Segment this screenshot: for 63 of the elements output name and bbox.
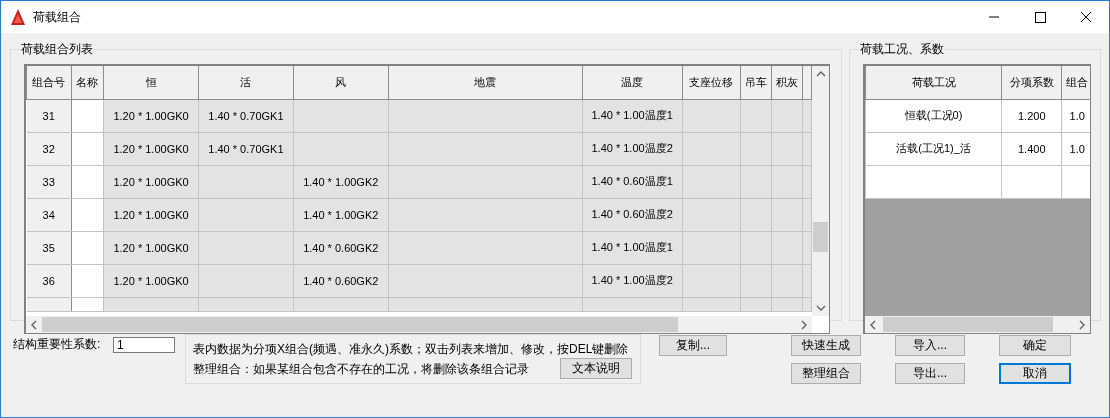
column-header[interactable]: 积灰	[771, 66, 803, 99]
horizontal-scrollbar[interactable]	[26, 316, 812, 333]
action-button[interactable]: 导入...	[895, 335, 965, 356]
table-cell: 1.40 * 0.70GK1	[198, 132, 294, 165]
column-header[interactable]: 活	[198, 66, 294, 99]
table-cell: 32	[26, 132, 72, 165]
table-cell: 35	[26, 231, 72, 264]
table-cell: 1.20 * 1.00GK0	[103, 198, 199, 231]
table-cell: 活载(工况1)_活	[865, 132, 1002, 165]
table-cell: 1.40 * 1.00温度1	[582, 231, 683, 264]
action-button[interactable]: 快速生成	[791, 335, 861, 356]
column-header[interactable]: 分项系数	[1001, 66, 1062, 99]
table-cell: 1.20 * 1.00GK0	[103, 264, 199, 297]
table-cell: 1.40 * 0.70GK1	[198, 99, 294, 132]
table-cell: 1.40 * 1.00GK2	[293, 165, 389, 198]
column-header[interactable]: 荷载工况	[865, 66, 1002, 99]
column-header[interactable]: 地震	[388, 66, 583, 99]
column-header[interactable]: 温度	[582, 66, 683, 99]
horizontal-scrollbar[interactable]	[865, 316, 1090, 333]
table-cell: 1.20 * 1.00GK0	[103, 165, 199, 198]
table-cell: 1.400	[1001, 132, 1062, 165]
table-cell: 1.20 * 1.00GK0	[103, 99, 199, 132]
field-label: 结构重要性系数:	[13, 336, 102, 353]
table-cell: 1.40 * 0.60温度2	[582, 198, 683, 231]
action-button[interactable]: 复制...	[659, 335, 727, 356]
table-cell: 1.200	[1001, 99, 1062, 132]
text-help-button[interactable]: 文本说明	[560, 358, 632, 379]
table-cell: 34	[26, 198, 72, 231]
table-cell: 1.40 * 1.00温度2	[582, 264, 683, 297]
table-cell: 1.40 * 0.60GK2	[293, 231, 389, 264]
table-cell: 1.40 * 0.60温度1	[582, 165, 683, 198]
scrollbar-thumb[interactable]	[883, 317, 1053, 332]
column-header[interactable]: 支座位移	[682, 66, 741, 99]
column-header[interactable]: 组合号	[26, 66, 72, 99]
column-header[interactable]: 风	[293, 66, 389, 99]
action-button[interactable]: 确定	[999, 335, 1071, 356]
table-cell: 1.40 * 1.00GK2	[293, 198, 389, 231]
column-header[interactable]: 组合	[1061, 66, 1090, 99]
table-cell: 1.40 * 1.00温度1	[582, 99, 683, 132]
action-button[interactable]: 取消	[999, 363, 1071, 384]
column-header[interactable]: 恒	[103, 66, 199, 99]
action-button[interactable]: 导出...	[895, 363, 965, 384]
table-cell: 33	[26, 165, 72, 198]
input-field[interactable]: 1	[113, 336, 175, 353]
table-cell: 36	[26, 264, 72, 297]
note-text: 表内数据为分项X组合(频遇、准永久)系数；双击列表来增加、修改，按DEL键删除	[193, 341, 630, 358]
table-cell: 31	[26, 99, 72, 132]
column-header[interactable]: 名称	[71, 66, 104, 99]
window-title: 荷载组合	[33, 8, 81, 26]
table-cell: 1.20 * 1.00GK0	[103, 231, 199, 264]
column-header[interactable]: 吊车	[740, 66, 772, 99]
table-cell: 1.40 * 1.00温度2	[582, 132, 683, 165]
table-cell: 1.40 * 0.60GK2	[293, 264, 389, 297]
scrollbar-thumb[interactable]	[42, 317, 678, 332]
group-title: 荷载工况、系数	[859, 41, 945, 58]
table-cell: 恒载(工况0)	[865, 99, 1002, 132]
app-logo-icon[interactable]	[9, 8, 27, 26]
note-text: 整理组合：如果某组合包含不存在的工况，将删除该条组合记录	[193, 360, 529, 378]
table-cell: 1.20 * 1.00GK0	[103, 132, 199, 165]
group-title: 荷载组合列表	[20, 41, 94, 58]
action-button[interactable]: 整理组合	[791, 363, 861, 384]
vertical-scrollbar[interactable]	[812, 66, 829, 316]
scrollbar-thumb[interactable]	[813, 222, 828, 252]
